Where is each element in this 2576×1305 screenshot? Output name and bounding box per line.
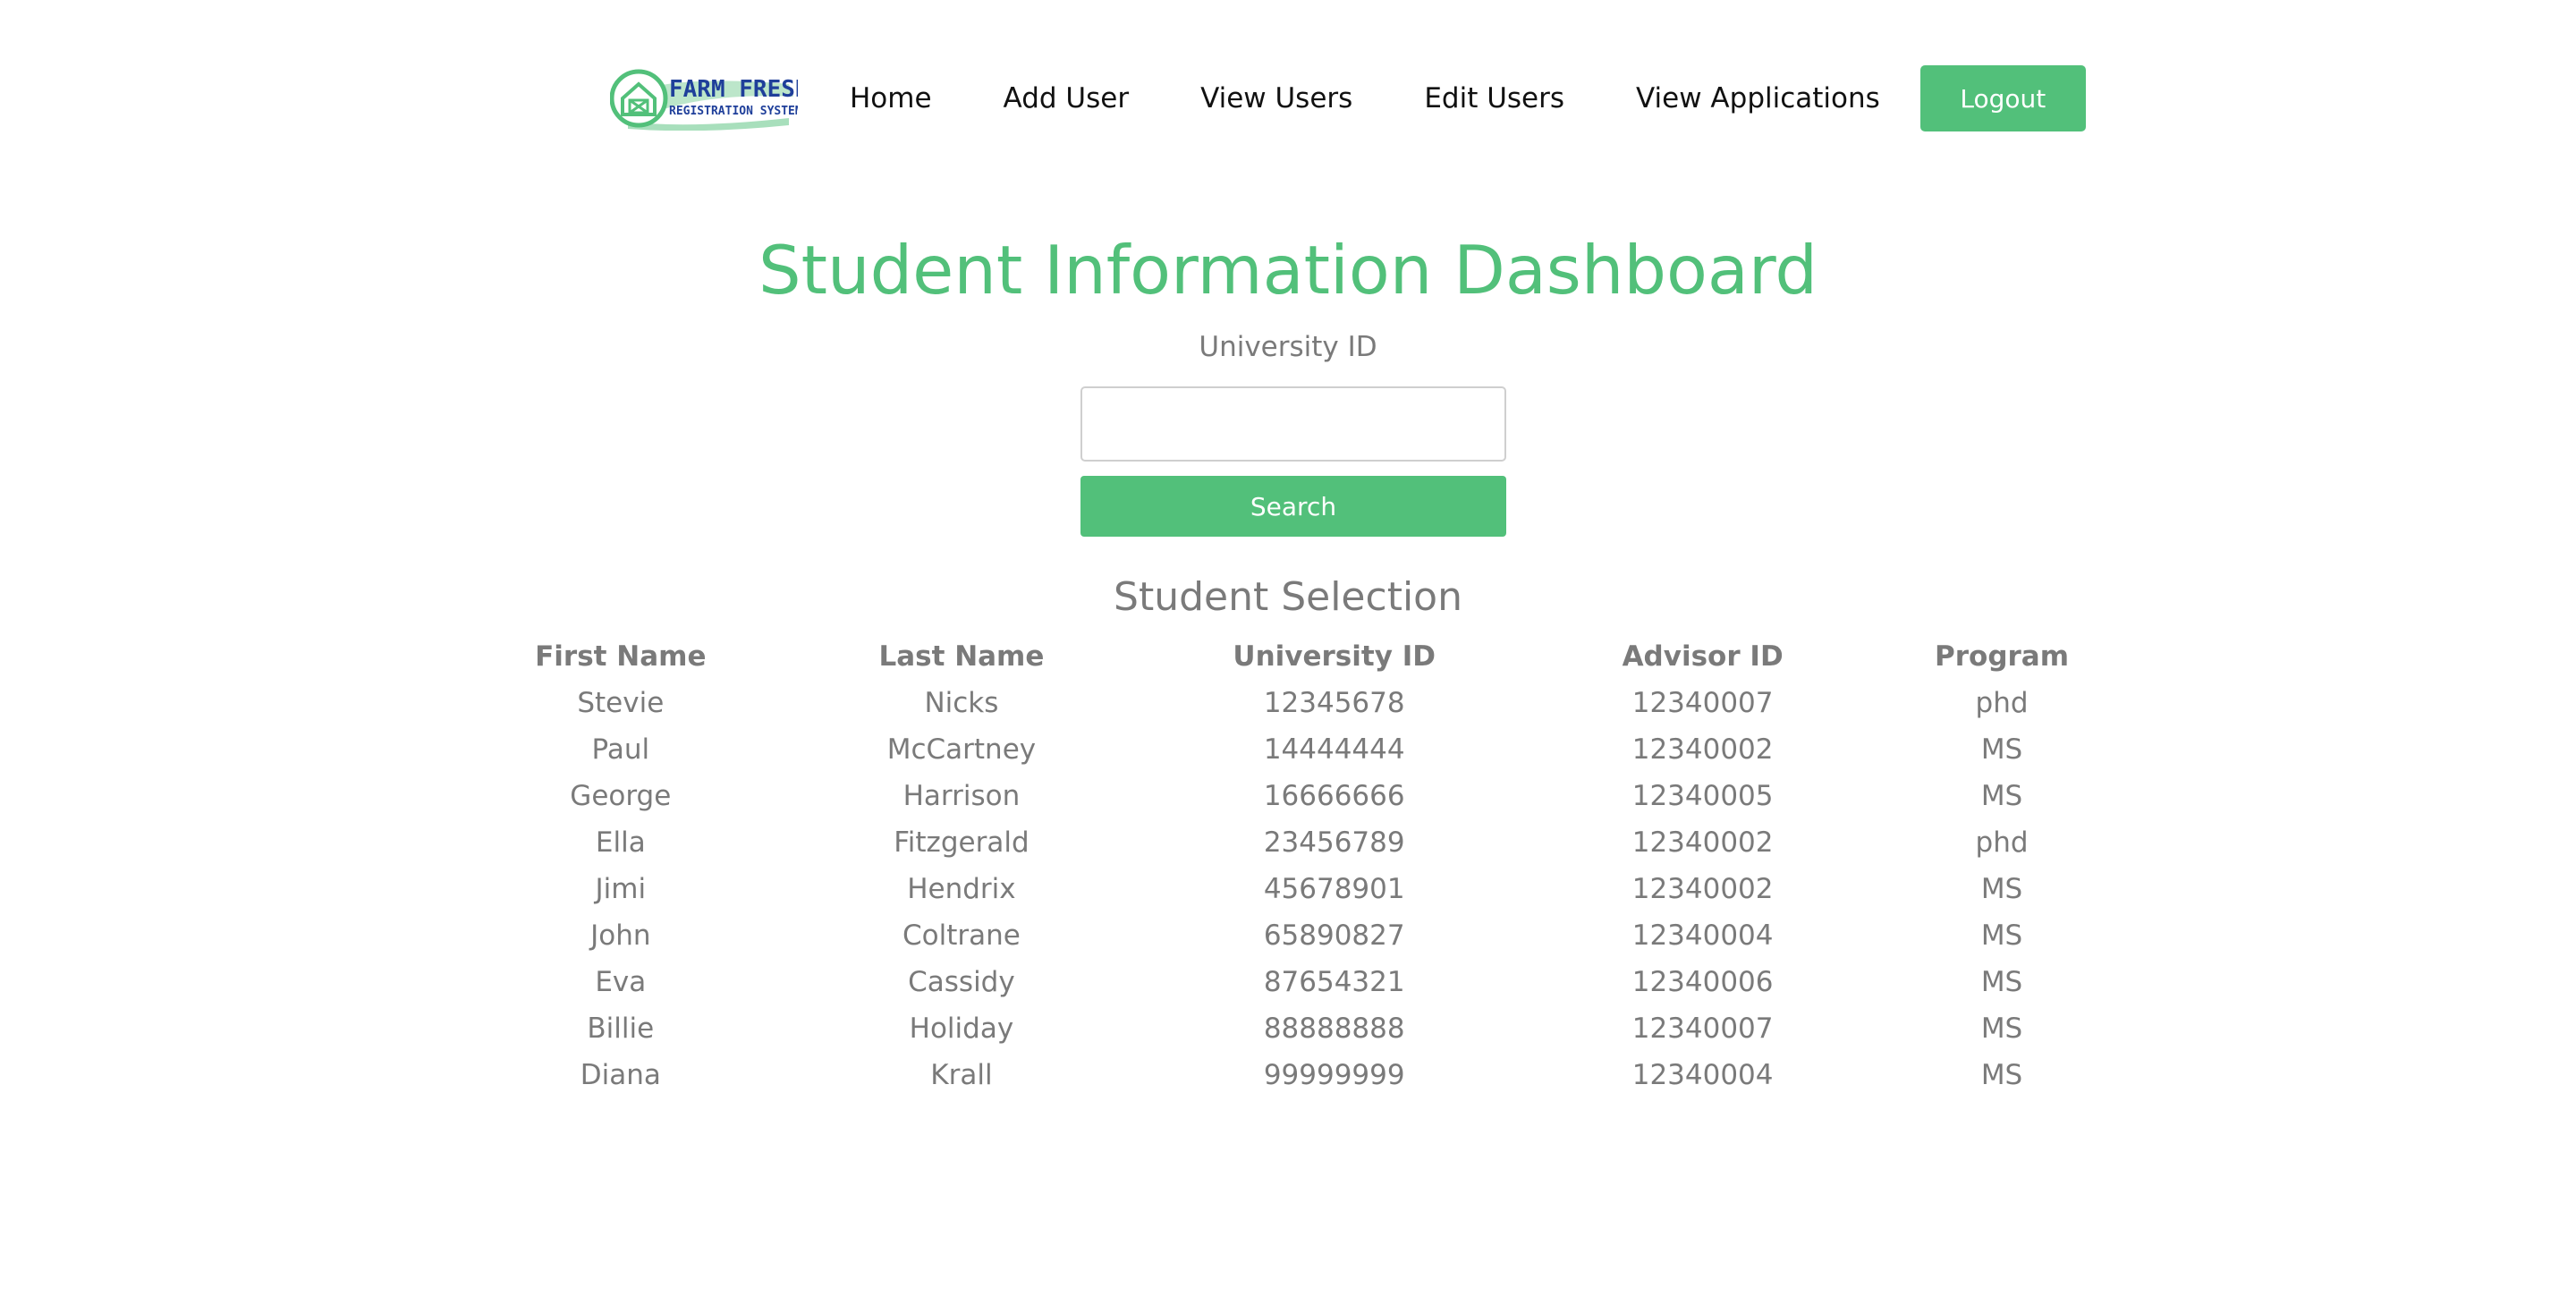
cell-university-id: 23456789 bbox=[1263, 826, 1405, 859]
cell-first-name: John bbox=[590, 919, 651, 952]
cell-program: MS bbox=[1980, 1013, 2023, 1045]
cell-university-id: 88888888 bbox=[1263, 1013, 1405, 1045]
cell-last-name: Krall bbox=[930, 1059, 993, 1091]
cell-advisor-id: 12340002 bbox=[1631, 826, 1774, 859]
cell-last-name: Holiday bbox=[909, 1013, 1014, 1045]
cell-advisor-id: 12340002 bbox=[1631, 873, 1774, 905]
navbar: FARM FRESH REGISTRATION SYSTEM Home Add … bbox=[610, 64, 2086, 132]
table-row[interactable]: Ella Fitzgerald 23456789 12340002 phd bbox=[447, 819, 2138, 866]
cell-university-id: 14444444 bbox=[1263, 733, 1405, 766]
cell-first-name: Diana bbox=[580, 1059, 661, 1091]
table-header-row: First Name Last Name University ID Advis… bbox=[447, 633, 2138, 680]
cell-advisor-id: 12340007 bbox=[1631, 1013, 1774, 1045]
cell-first-name: Paul bbox=[591, 733, 650, 766]
table-row[interactable]: Billie Holiday 88888888 12340007 MS bbox=[447, 1005, 2138, 1052]
cell-program: MS bbox=[1980, 873, 2023, 905]
table-row[interactable]: Eva Cassidy 87654321 12340006 MS bbox=[447, 959, 2138, 1005]
cell-program: phd bbox=[1975, 826, 2029, 859]
cell-first-name: Stevie bbox=[577, 687, 665, 719]
cell-university-id: 45678901 bbox=[1263, 873, 1405, 905]
table-row[interactable]: Paul McCartney 14444444 12340002 MS bbox=[447, 726, 2138, 773]
cell-advisor-id: 12340004 bbox=[1631, 1059, 1774, 1091]
page-title: Student Information Dashboard bbox=[758, 231, 1818, 309]
cell-last-name: Hendrix bbox=[907, 873, 1016, 905]
col-header-last-name: Last Name bbox=[878, 640, 1045, 673]
table-row[interactable]: George Harrison 16666666 12340005 MS bbox=[447, 773, 2138, 819]
table-row[interactable]: Jimi Hendrix 45678901 12340002 MS bbox=[447, 866, 2138, 912]
nav-home-link[interactable]: Home bbox=[850, 82, 932, 114]
cell-last-name: Harrison bbox=[902, 780, 1021, 812]
cell-program: MS bbox=[1980, 1059, 2023, 1091]
students-table: First Name Last Name University ID Advis… bbox=[447, 633, 2138, 1098]
col-header-first-name: First Name bbox=[535, 640, 707, 673]
cell-program: MS bbox=[1980, 966, 2023, 998]
cell-first-name: George bbox=[570, 780, 672, 812]
table-row[interactable]: Diana Krall 99999999 12340004 MS bbox=[447, 1052, 2138, 1098]
col-header-university-id: University ID bbox=[1233, 640, 1436, 673]
logout-button[interactable]: Logout bbox=[1919, 65, 2086, 131]
cell-first-name: Billie bbox=[587, 1013, 655, 1045]
cell-last-name: Nicks bbox=[924, 687, 999, 719]
cell-first-name: Eva bbox=[595, 966, 647, 998]
cell-first-name: Jimi bbox=[595, 873, 647, 905]
cell-program: phd bbox=[1975, 687, 2029, 719]
barn-logo-icon: FARM FRESH REGISTRATION SYSTEM bbox=[610, 69, 798, 131]
cell-last-name: McCartney bbox=[886, 733, 1037, 766]
cell-university-id: 65890827 bbox=[1263, 919, 1405, 952]
cell-university-id: 87654321 bbox=[1263, 966, 1405, 998]
cell-university-id: 16666666 bbox=[1263, 780, 1405, 812]
nav-view-users-link[interactable]: View Users bbox=[1200, 82, 1352, 114]
cell-advisor-id: 12340007 bbox=[1631, 687, 1774, 719]
table-row[interactable]: John Coltrane 65890827 12340004 MS bbox=[447, 912, 2138, 959]
student-selection-heading: Student Selection bbox=[1114, 574, 1462, 620]
cell-last-name: Fitzgerald bbox=[894, 826, 1030, 859]
nav-view-applications-link[interactable]: View Applications bbox=[1636, 82, 1880, 114]
cell-university-id: 12345678 bbox=[1263, 687, 1405, 719]
col-header-advisor-id: Advisor ID bbox=[1622, 640, 1784, 673]
logo-line2: REGISTRATION SYSTEM bbox=[669, 105, 798, 118]
cell-last-name: Cassidy bbox=[908, 966, 1015, 998]
nav-add-user-link[interactable]: Add User bbox=[1004, 82, 1130, 114]
cell-advisor-id: 12340002 bbox=[1631, 733, 1774, 766]
university-id-input[interactable] bbox=[1080, 386, 1506, 462]
cell-university-id: 99999999 bbox=[1263, 1059, 1405, 1091]
col-header-program: Program bbox=[1935, 640, 2070, 673]
table-row[interactable]: Stevie Nicks 12345678 12340007 phd bbox=[447, 680, 2138, 726]
university-id-label: University ID bbox=[1199, 331, 1377, 363]
cell-advisor-id: 12340005 bbox=[1631, 780, 1774, 812]
cell-advisor-id: 12340004 bbox=[1631, 919, 1774, 952]
cell-program: MS bbox=[1980, 919, 2023, 952]
cell-first-name: Ella bbox=[595, 826, 646, 859]
cell-program: MS bbox=[1980, 780, 2023, 812]
cell-program: MS bbox=[1980, 733, 2023, 766]
cell-last-name: Coltrane bbox=[902, 919, 1021, 952]
search-button[interactable]: Search bbox=[1080, 476, 1506, 537]
logo-line1: FARM FRESH bbox=[669, 76, 798, 103]
cell-advisor-id: 12340006 bbox=[1631, 966, 1774, 998]
nav-edit-users-link[interactable]: Edit Users bbox=[1424, 82, 1564, 114]
farm-fresh-logo[interactable]: FARM FRESH REGISTRATION SYSTEM bbox=[610, 66, 798, 131]
